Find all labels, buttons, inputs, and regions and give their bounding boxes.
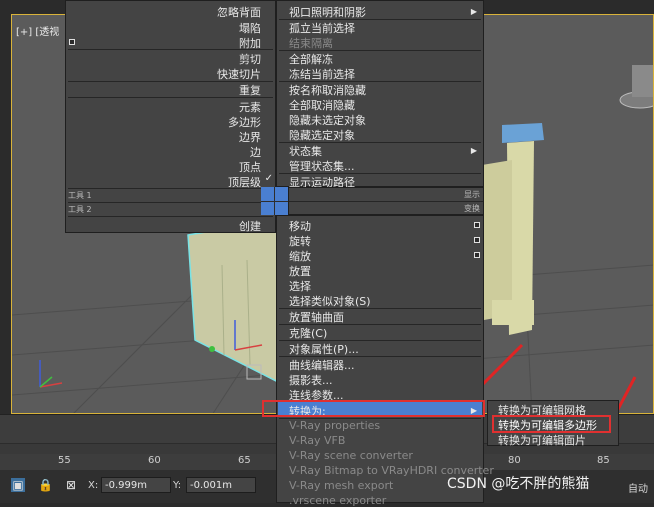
menu-item-polygon[interactable]: 多边形 xyxy=(228,114,261,130)
checkmark-icon: ✓ xyxy=(264,173,273,184)
submenu-arrow-icon: ▶ xyxy=(470,7,477,16)
menu-item-place-pivot-surface[interactable]: 放置轴曲面 xyxy=(289,309,344,325)
menu-item-edge[interactable]: 边 xyxy=(250,144,261,160)
absolute-mode-icon[interactable]: ⊠ xyxy=(64,478,78,492)
x-coordinate-field[interactable]: -0.999m xyxy=(101,477,171,493)
quad-header-tools2: 工具 2 xyxy=(68,205,92,214)
menu-item-cut[interactable]: 剪切 xyxy=(239,51,261,67)
menu-separator xyxy=(68,216,273,217)
menu-item-vray-vfb[interactable]: V-Ray VFB xyxy=(289,434,345,447)
quad-header-transform: 变换 xyxy=(464,204,480,213)
quad-header-display: 显示 xyxy=(464,190,480,199)
y-label: Y: xyxy=(173,480,182,491)
timeline-tick: 65 xyxy=(238,455,251,466)
menu-item-hide-unselected[interactable]: 隐藏未选定对象 xyxy=(289,112,366,128)
menu-item-move[interactable]: 移动 xyxy=(289,218,311,234)
menu-separator xyxy=(68,97,273,98)
y-coordinate-field[interactable]: -0.001m xyxy=(186,477,256,493)
menu-item-vray-scene-converter[interactable]: V-Ray scene converter xyxy=(289,449,413,462)
quad-menu-display: 视口照明和阴影 ▶ 孤立当前选择 结束隔离 全部解冻 冻结当前选择 按名称取消隐… xyxy=(276,0,484,189)
menu-item-curve-editor[interactable]: 曲线编辑器... xyxy=(289,357,355,373)
timeline-tick: 80 xyxy=(508,455,521,466)
menu-item-select-similar[interactable]: 选择类似对象(S) xyxy=(289,293,371,309)
menu-item-dope-sheet[interactable]: 摄影表... xyxy=(289,372,333,388)
submenu-arrow-icon: ▶ xyxy=(470,146,477,155)
menu-item-unhide-by-name[interactable]: 按名称取消隐藏 xyxy=(289,82,366,98)
timeline-tick: 55 xyxy=(58,455,71,466)
menu-item-rotate[interactable]: 旋转 xyxy=(289,233,311,249)
settings-box-icon[interactable] xyxy=(474,222,480,228)
menu-item-vray-mesh-export[interactable]: V-Ray mesh export xyxy=(289,479,393,492)
menu-item-object-properties[interactable]: 对象属性(P)... xyxy=(289,341,359,357)
submenu-item-editable-patch[interactable]: 转换为可编辑面片 xyxy=(498,432,586,448)
menu-item-unfreeze-all[interactable]: 全部解冻 xyxy=(289,51,333,67)
lock-icon[interactable]: 🔒 xyxy=(38,478,53,492)
menu-item-select[interactable]: 选择 xyxy=(289,278,311,294)
menu-item-create[interactable]: 创建 xyxy=(239,218,261,234)
menu-item-ignore-backfacing[interactable]: 忽略背面 xyxy=(217,4,261,20)
menu-item-element[interactable]: 元素 xyxy=(239,99,261,115)
menu-item-place[interactable]: 放置 xyxy=(289,263,311,279)
viewport-label[interactable]: [+] [透视 xyxy=(16,23,59,38)
menu-item-unhide-all[interactable]: 全部取消隐藏 xyxy=(289,97,355,113)
menu-separator xyxy=(68,202,273,203)
settings-box-icon[interactable] xyxy=(474,237,480,243)
timeline-tick: 60 xyxy=(148,455,161,466)
menu-item-scale[interactable]: 缩放 xyxy=(289,248,311,264)
watermark-text: CSDN @吃不胖的熊猫 xyxy=(447,476,590,492)
annotation-box-convert-to xyxy=(262,400,485,417)
menu-item-collapse[interactable]: 塌陷 xyxy=(239,20,261,36)
settings-box-icon[interactable] xyxy=(474,252,480,258)
menu-item-clone[interactable]: 克隆(C) xyxy=(289,325,327,341)
menu-item-repeat[interactable]: 重复 xyxy=(239,82,261,98)
quad-header-tools1: 工具 1 xyxy=(68,191,92,200)
menu-item-vrscene-exporter[interactable]: .vrscene exporter xyxy=(289,494,386,507)
quad-headers-right: 显示 变换 xyxy=(288,187,484,215)
menu-separator xyxy=(289,201,483,202)
menu-item-vray-properties[interactable]: V-Ray properties xyxy=(289,419,380,432)
menu-separator xyxy=(68,49,273,50)
menu-separator xyxy=(68,188,273,189)
menu-item-vertex[interactable]: 顶点 xyxy=(239,159,261,175)
quad-menu-tools: 忽略背面 塌陷 附加 剪切 快速切片 重复 元素 多边形 边界 边 顶点 顶层级… xyxy=(65,0,276,233)
menu-item-isolate-selection[interactable]: 孤立当前选择 xyxy=(289,20,355,36)
menu-item-border[interactable]: 边界 xyxy=(239,129,261,145)
menu-item-state-sets[interactable]: 状态集 xyxy=(289,143,322,159)
menu-item-end-isolate: 结束隔离 xyxy=(289,37,333,50)
menu-item-quickslice[interactable]: 快速切片 xyxy=(217,66,261,82)
quad-center-selector[interactable] xyxy=(261,187,288,215)
menu-item-manage-state-sets[interactable]: 管理状态集... xyxy=(289,158,355,174)
menu-item-hide-selection[interactable]: 隐藏选定对象 xyxy=(289,127,355,143)
quad-menu-transform: 移动 旋转 缩放 放置 选择 选择类似对象(S) 放置轴曲面 克隆(C) 对象属… xyxy=(276,215,494,507)
annotation-box-editable-poly xyxy=(492,415,611,433)
selection-mode-icon[interactable]: ▣ xyxy=(11,478,25,492)
menu-item-viewport-lighting[interactable]: 视口照明和阴影 xyxy=(289,4,366,20)
auto-key-label[interactable]: 自动 xyxy=(628,480,648,495)
menu-item-freeze-selection[interactable]: 冻结当前选择 xyxy=(289,66,355,82)
x-label: X: xyxy=(88,480,99,491)
settings-box-icon[interactable] xyxy=(69,39,75,45)
timeline-tick: 85 xyxy=(597,455,610,466)
